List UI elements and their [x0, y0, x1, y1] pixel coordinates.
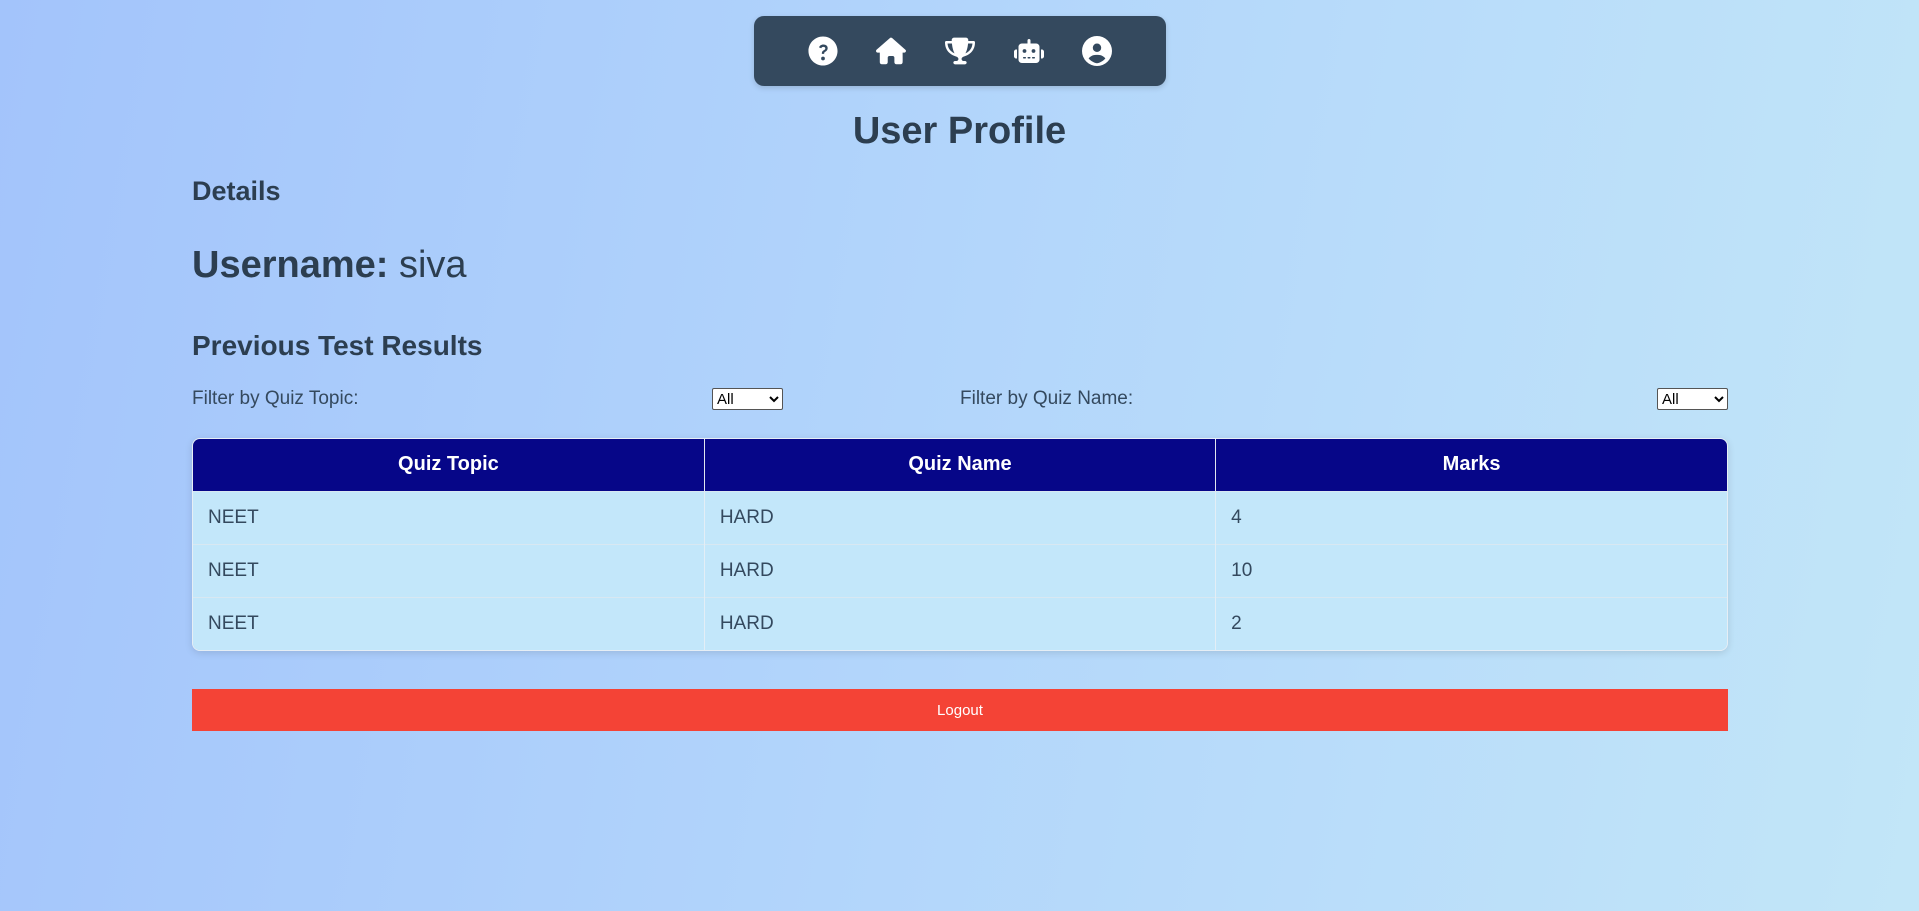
name-filter-select[interactable]: All [1657, 388, 1728, 410]
cell-quiz-name: HARD [704, 596, 1217, 650]
details-heading: Details [192, 176, 281, 206]
help-button[interactable] [803, 31, 843, 71]
table-row: NEET HARD 4 [193, 490, 1727, 544]
leaderboard-button[interactable] [940, 31, 980, 71]
cell-quiz-topic: NEET [193, 596, 705, 650]
table-row: NEET HARD 2 [193, 596, 1727, 650]
topic-filter-label: Filter by Quiz Topic: [192, 388, 359, 409]
home-button[interactable] [871, 31, 911, 71]
robot-icon [1013, 39, 1044, 63]
home-icon [876, 37, 907, 65]
topic-filter-select[interactable]: All [712, 388, 783, 410]
top-navbar [754, 16, 1166, 86]
user-circle-icon [1082, 36, 1113, 66]
username-line: Username: siva [192, 244, 1728, 300]
column-header-quiz-name: Quiz Name [704, 439, 1217, 491]
column-header-quiz-topic: Quiz Topic [193, 439, 705, 491]
trophy-icon [944, 37, 975, 65]
filters-row: Filter by Quiz Topic: All Filter by Quiz… [192, 384, 1728, 414]
column-header-marks: Marks [1215, 439, 1727, 491]
question-circle-icon [808, 36, 838, 66]
results-table: Quiz Topic Quiz Name Marks NEET HARD 4 N… [193, 439, 1727, 650]
cell-marks: 4 [1215, 490, 1727, 544]
logout-button[interactable]: Logout [192, 689, 1728, 731]
cell-marks: 2 [1215, 596, 1727, 650]
username-value: siva [398, 244, 467, 286]
name-filter-label: Filter by Quiz Name: [960, 388, 1134, 409]
cell-quiz-name: HARD [704, 490, 1217, 544]
table-header-row: Quiz Topic Quiz Name Marks [193, 439, 1727, 491]
table-row: NEET HARD 10 [193, 543, 1727, 597]
results-heading: Previous Test Results [192, 330, 483, 361]
cell-quiz-topic: NEET [193, 543, 705, 597]
username-label: Username: [192, 244, 389, 286]
results-table-wrapper: Quiz Topic Quiz Name Marks NEET HARD 4 N… [192, 438, 1728, 651]
profile-button[interactable] [1077, 31, 1117, 71]
cell-quiz-name: HARD [704, 543, 1217, 597]
name-filter: Filter by Quiz Name: All [960, 388, 1728, 410]
profile-content: Details Username: siva Previous Test Res… [192, 176, 1728, 731]
bot-button[interactable] [1009, 31, 1049, 71]
page-title: User Profile [852, 110, 1067, 152]
cell-quiz-topic: NEET [193, 490, 705, 544]
topic-filter: Filter by Quiz Topic: All [192, 388, 960, 410]
cell-marks: 10 [1215, 543, 1727, 597]
